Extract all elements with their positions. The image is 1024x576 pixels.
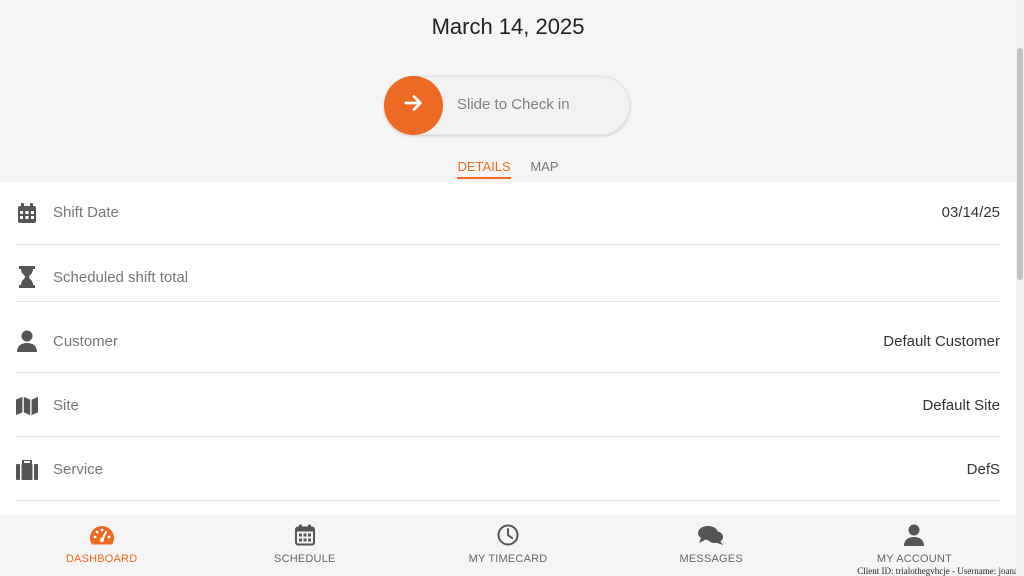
clock-icon (497, 523, 519, 547)
nav-my-timecard[interactable]: MY TIMECARD (406, 515, 609, 576)
customer-value: Default Customer (883, 333, 1000, 350)
client-info: Client ID: trialothegvhcje - Username: j… (857, 566, 1022, 576)
briefcase-icon (16, 459, 38, 481)
details-list: Shift Date 03/14/25 Scheduled shift tota… (16, 182, 1000, 501)
nav-dashboard-label: DASHBOARD (65, 553, 138, 565)
nav-my-timecard-label: MY TIMECARD (468, 553, 548, 565)
scrollbar-thumb[interactable] (1017, 48, 1023, 280)
user-icon (16, 330, 38, 352)
user-icon (904, 523, 925, 547)
shift-date-label: Shift Date (53, 204, 119, 221)
nav-dashboard[interactable]: DASHBOARD (0, 515, 203, 576)
header-area: March 14, 2025 Slide to Check in DETAILS… (0, 0, 1016, 182)
nav-my-account-label: MY ACCOUNT (876, 553, 952, 565)
calendar-icon (294, 523, 315, 547)
dashboard-icon (89, 523, 115, 547)
scrollbar[interactable] (1016, 0, 1024, 576)
service-value: DefS (966, 461, 1000, 478)
messages-icon (698, 523, 724, 547)
nav-schedule[interactable]: SCHEDULE (203, 515, 406, 576)
tab-map[interactable]: MAP (530, 159, 558, 177)
nav-messages-label: MESSAGES (679, 553, 743, 565)
slider-knob[interactable] (384, 76, 443, 135)
detail-row-customer: Customer Default Customer (16, 302, 1000, 373)
detail-row-site: Site Default Site (16, 373, 1000, 437)
tab-details[interactable]: DETAILS (457, 159, 511, 179)
scheduled-shift-total-label: Scheduled shift total (53, 269, 189, 286)
detail-tabs: DETAILS MAP (0, 159, 1016, 179)
calendar-icon (16, 202, 38, 224)
nav-messages[interactable]: MESSAGES (610, 515, 813, 576)
site-label: Site (53, 397, 79, 414)
check-in-slider[interactable]: Slide to Check in (384, 76, 630, 135)
detail-row-service: Service DefS (16, 437, 1000, 501)
site-value: Default Site (922, 397, 1000, 414)
detail-row-scheduled-shift-total: Scheduled shift total (16, 245, 1000, 302)
hourglass-icon (16, 266, 38, 288)
page-title: March 14, 2025 (431, 14, 585, 39)
nav-schedule-label: SCHEDULE (274, 553, 336, 565)
map-icon (16, 395, 38, 417)
customer-label: Customer (53, 333, 119, 350)
service-label: Service (53, 461, 104, 478)
shift-date-value: 03/14/25 (941, 204, 1000, 221)
arrow-right-icon (403, 92, 425, 119)
detail-row-shift-date: Shift Date 03/14/25 (16, 182, 1000, 245)
slider-label: Slide to Check in (457, 96, 570, 113)
